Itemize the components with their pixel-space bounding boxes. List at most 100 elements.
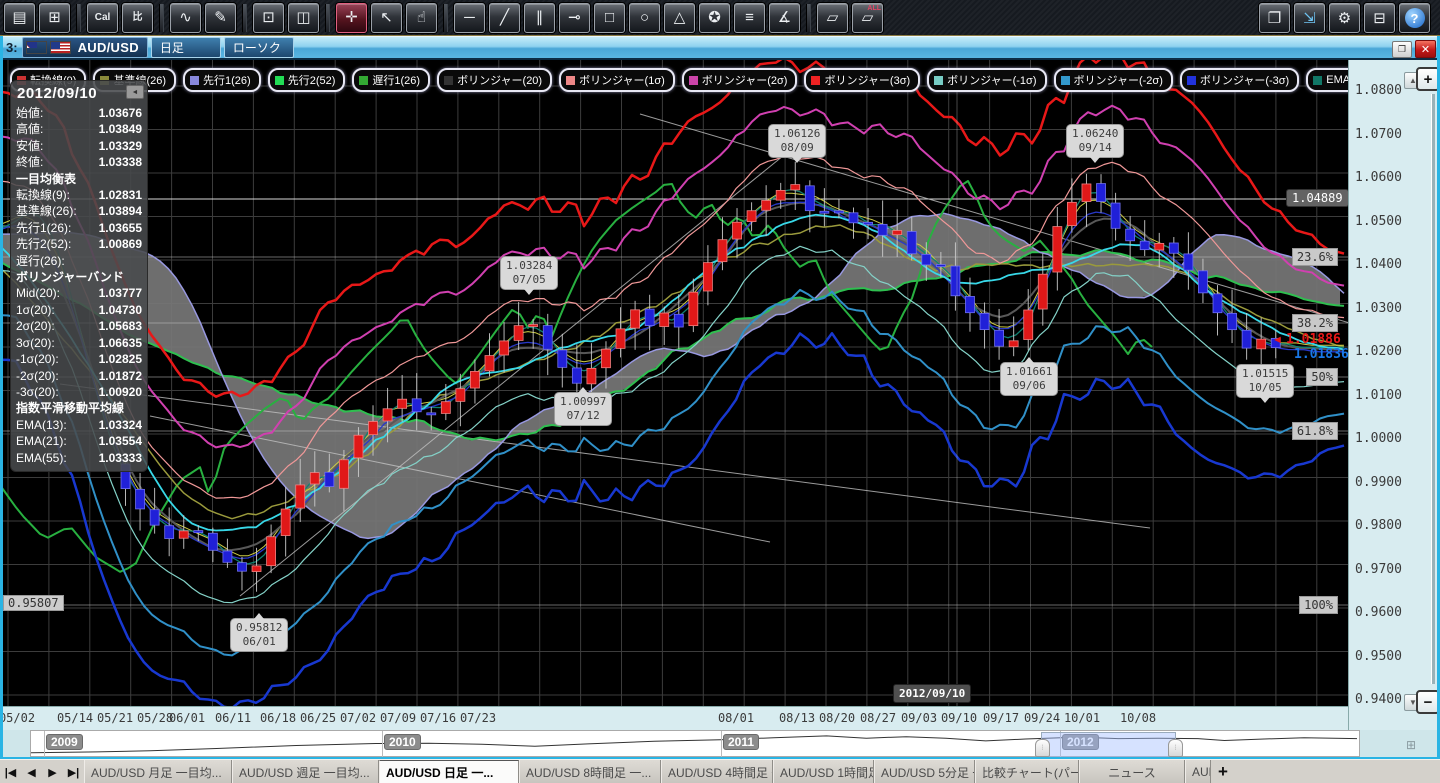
eraser-icon[interactable]: ▱ [817, 3, 848, 33]
data-panel-row-value: 1.03655 [99, 220, 142, 236]
compare-icon[interactable]: 比 [122, 3, 153, 33]
collapse-panel-button[interactable]: ◄ [126, 85, 144, 99]
tab-scroll-button[interactable]: ▶| [63, 760, 84, 783]
toolbar-separator [806, 4, 811, 32]
indicator-toggle-button[interactable]: ボリンジャー(1σ) [559, 68, 675, 92]
annotation-line: 09/06 [1006, 379, 1052, 393]
currency-pair-selector[interactable]: AUD/USD [22, 37, 148, 58]
new-chart-icon[interactable]: ⊞ [39, 3, 70, 33]
candle-up [500, 341, 509, 355]
close-window-button[interactable]: ✕ [1415, 40, 1436, 58]
chart-tab[interactable]: AUD/USD 4時間足 一... [661, 760, 773, 783]
fib-level-label: 100% [1299, 596, 1338, 614]
data-panel-row: 基準線(26):1.03894 [16, 203, 142, 219]
add-tab-button[interactable]: + [1211, 760, 1235, 783]
candle-up [587, 368, 596, 383]
chart-tab[interactable]: AUD/USD 8時間足 一... [519, 760, 661, 783]
currency-pair-label: AUD/USD [78, 40, 139, 55]
chart-settings-icon[interactable]: ⊡ [253, 3, 284, 33]
calendar-icon[interactable]: Cal [87, 3, 118, 33]
save-icon[interactable]: ◫ [288, 3, 319, 33]
data-panel-row-label: 1σ(20): [16, 302, 55, 318]
indicator-toggle-button[interactable]: 先行2(52) [268, 68, 346, 92]
chart-tab[interactable]: AUD [1185, 760, 1211, 783]
chart-tab[interactable]: AUD/USD 月足 一目均... [84, 760, 232, 783]
chart-tab[interactable]: AUD/USD 1時間足 一... [773, 760, 874, 783]
indicator-toggle-button[interactable]: ボリンジャー(-2σ) [1054, 68, 1173, 92]
hand-icon[interactable]: ☝ [406, 3, 437, 33]
data-panel-rows: 始値:1.03676高値:1.03849安値:1.03329終値:1.03338… [16, 105, 142, 466]
windows-icon[interactable]: ❐ [1259, 3, 1290, 33]
selection-right-handle[interactable]: ⋮ [1168, 739, 1183, 757]
pencil-icon[interactable]: ✎ [205, 3, 236, 33]
ray-tool-icon[interactable]: ⊸ [559, 3, 590, 33]
fibonacci-tool-icon[interactable]: ≡ [734, 3, 765, 33]
data-panel-row: 高値:1.03849 [16, 121, 142, 137]
data-panel-row: 1σ(20):1.04730 [16, 302, 142, 318]
print-icon[interactable]: ⊟ [1364, 3, 1395, 33]
vertical-scrollbar[interactable] [1431, 94, 1435, 684]
help-icon[interactable]: ? [1399, 3, 1430, 33]
toolbar-separator [76, 4, 81, 32]
chart-annotation: 1.0166109/06 [1000, 362, 1058, 396]
tab-scroll-button[interactable]: ◀ [21, 760, 42, 783]
date-tick-label: 09/17 [983, 711, 1019, 725]
indicator-toggle-button[interactable]: ボリンジャー(2σ) [682, 68, 798, 92]
chart-tab[interactable]: AUD/USD 日足 一... [379, 760, 519, 783]
current-price-red-label: 1.01886 [1286, 332, 1341, 347]
candle-up [747, 211, 756, 222]
indicator-toggle-button[interactable]: ボリンジャー(3σ) [804, 68, 920, 92]
hline-tool-icon[interactable]: ─ [454, 3, 485, 33]
indicator-toggle-button[interactable]: ボリンジャー(20) [437, 68, 552, 92]
navigator-grid-icon[interactable]: ⊞ [1406, 738, 1416, 752]
line-study-icon[interactable]: ∿ [170, 3, 201, 33]
settings-gear-icon[interactable]: ⚙ [1329, 3, 1360, 33]
cursor-icon[interactable]: ↖ [371, 3, 402, 33]
chart-list-icon[interactable]: ▤ [4, 3, 35, 33]
tab-scroll-button[interactable]: ▶ [42, 760, 63, 783]
candle-down [1184, 254, 1193, 270]
indicator-toggle-button[interactable]: EMA(13) [1306, 68, 1348, 92]
fullscreen-icon[interactable]: ⇲ [1294, 3, 1325, 33]
price-tick-label: 0.9800 [1355, 518, 1402, 533]
price-tick-label: 1.0000 [1355, 431, 1402, 446]
chart-tab[interactable]: 比較チャート(パーセント... [975, 760, 1079, 783]
chart-window-titlebar[interactable]: 3: AUD/USD 日足 ローソク ❐ ✕ [0, 36, 1440, 60]
navigator-strip[interactable]: 2009201020112012⋮⋮ [30, 730, 1360, 757]
rectangle-tool-icon[interactable]: □ [594, 3, 625, 33]
chart-tab[interactable]: ニュース [1079, 760, 1185, 783]
candle-up [893, 231, 902, 235]
toolbar-separator [159, 4, 164, 32]
annotation-pointer [1024, 357, 1034, 363]
indicator-toggle-button[interactable]: 遅行1(26) [352, 68, 430, 92]
price-tick-label: 1.0100 [1355, 388, 1402, 403]
chart-tab[interactable]: AUD/USD 週足 一目均... [232, 760, 379, 783]
indicator-toggle-button[interactable]: ボリンジャー(-3σ) [1180, 68, 1299, 92]
selection-left-handle[interactable]: ⋮ [1035, 739, 1050, 757]
trendline-tool-icon[interactable]: ╱ [489, 3, 520, 33]
circle-tool-icon[interactable]: ○ [629, 3, 660, 33]
fan-tool-icon[interactable]: ∡ [769, 3, 800, 33]
triangle-tool-icon[interactable]: △ [664, 3, 695, 33]
eraser-all-icon[interactable]: ▱ALL [852, 3, 883, 33]
parallel-lines-tool-icon[interactable]: ∥ [524, 3, 555, 33]
navigator-selection[interactable] [1041, 732, 1176, 758]
indicator-line-boll-3 [0, 333, 1344, 706]
tab-scroll-button[interactable]: |◀ [0, 760, 21, 783]
chart-tab[interactable]: AUD/USD 5分足 一目... [874, 760, 975, 783]
date-tick-label: 08/13 [779, 711, 815, 725]
chart-canvas-area[interactable]: 転換線(9)基準線(26)先行1(26)先行2(52)遅行1(26)ボリンジャー… [0, 60, 1348, 706]
crosshair-icon[interactable]: ✛ [336, 3, 367, 33]
timeframe-selector[interactable]: 日足 [151, 37, 221, 58]
annotation-pointer [1260, 397, 1270, 403]
candle-up [1053, 227, 1062, 272]
gann-tool-icon[interactable]: ✪ [699, 3, 730, 33]
chart-type-selector[interactable]: ローソク [224, 37, 294, 58]
candle-down [543, 326, 552, 350]
indicator-toggle-button[interactable]: ボリンジャー(-1σ) [927, 68, 1046, 92]
candle-up [616, 329, 625, 349]
indicator-toggle-row: 転換線(9)基準線(26)先行1(26)先行2(52)遅行1(26)ボリンジャー… [10, 68, 1348, 92]
price-chart-svg[interactable] [0, 60, 1348, 706]
restore-window-button[interactable]: ❐ [1392, 41, 1412, 58]
indicator-toggle-button[interactable]: 先行1(26) [183, 68, 261, 92]
